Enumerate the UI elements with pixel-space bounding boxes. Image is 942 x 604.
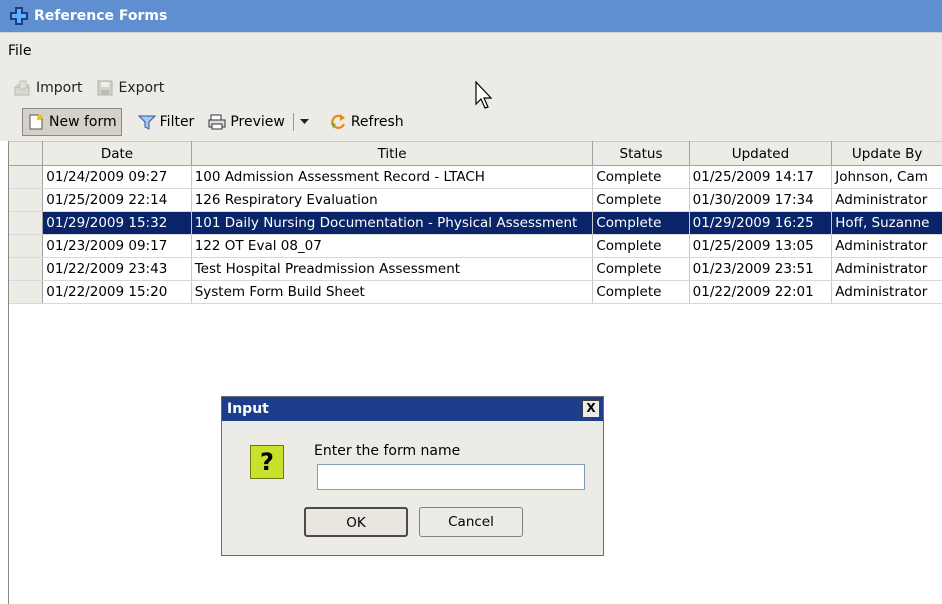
cell-updated: 01/29/2009 16:25: [689, 211, 833, 235]
preview-label: Preview: [230, 114, 285, 130]
cell-status: Complete: [592, 188, 690, 212]
export-label: Export: [118, 80, 165, 96]
form-name-input[interactable]: [317, 464, 585, 490]
cell-status: Complete: [592, 211, 690, 235]
cell-title: 101 Daily Nursing Documentation - Physic…: [191, 211, 594, 235]
column-header-update-by[interactable]: Update By: [831, 141, 942, 166]
cell-update-by: Administrator: [831, 234, 942, 258]
cell-update-by: Administrator: [831, 257, 942, 281]
cell-status: Complete: [592, 234, 690, 258]
import-label: Import: [36, 80, 83, 96]
cell-updated: 01/30/2009 17:34: [689, 188, 833, 212]
column-header-title[interactable]: Title: [191, 141, 594, 166]
cell-date: 01/29/2009 15:32: [42, 211, 192, 235]
table-row[interactable]: 01/22/2009 15:20 System Form Build Sheet…: [9, 280, 942, 304]
mouse-pointer-icon: [475, 80, 493, 109]
menu-bar: File: [0, 32, 942, 70]
ok-button[interactable]: OK: [304, 507, 408, 537]
toolbar: Import Export New form Filter Preview Re…: [0, 69, 942, 141]
cell-title: System Form Build Sheet: [191, 280, 594, 304]
cell-updated: 01/25/2009 14:17: [689, 165, 833, 189]
cell-date: 01/23/2009 09:17: [42, 234, 192, 258]
filter-icon: [137, 115, 156, 130]
cell-update-by: Hoff, Suzanne: [831, 211, 942, 235]
column-header-status[interactable]: Status: [592, 141, 690, 166]
cancel-button[interactable]: Cancel: [419, 507, 523, 537]
cell-updated: 01/22/2009 22:01: [689, 280, 833, 304]
menu-file[interactable]: File: [0, 43, 39, 59]
export-button[interactable]: Export: [92, 74, 168, 102]
cell-status: Complete: [592, 257, 690, 281]
preview-dropdown-button[interactable]: [298, 108, 311, 136]
cell-date: 01/22/2009 23:43: [42, 257, 192, 281]
cell-update-by: Administrator: [831, 188, 942, 212]
cell-date: 01/22/2009 15:20: [42, 280, 192, 304]
window-title: Reference Forms: [34, 8, 168, 24]
cell-status: Complete: [592, 280, 690, 304]
save-disk-icon: [97, 80, 113, 96]
row-header[interactable]: [9, 257, 44, 281]
table-row[interactable]: 01/25/2009 22:14 126 Respiratory Evaluat…: [9, 188, 942, 212]
import-button[interactable]: Import: [10, 74, 86, 102]
row-header[interactable]: [9, 280, 44, 304]
close-icon: X: [586, 401, 596, 415]
new-form-label: New form: [49, 114, 117, 130]
row-header[interactable]: [9, 234, 44, 258]
row-header-corner: [9, 141, 44, 166]
table-row[interactable]: 01/24/2009 09:27 100 Admission Assessmen…: [9, 165, 942, 189]
cell-title: 126 Respiratory Evaluation: [191, 188, 594, 212]
dialog-titlebar: Input X: [222, 397, 603, 421]
import-icon: [14, 80, 31, 96]
column-header-updated[interactable]: Updated: [689, 141, 833, 166]
refresh-label: Refresh: [350, 114, 404, 130]
row-header[interactable]: [9, 188, 44, 212]
dialog-prompt: Enter the form name: [314, 443, 461, 459]
cell-update-by: Administrator: [831, 280, 942, 304]
row-header[interactable]: [9, 211, 44, 235]
cell-title: 122 OT Eval 08_07: [191, 234, 594, 258]
window-titlebar: Reference Forms: [0, 0, 942, 32]
refresh-button[interactable]: Refresh: [325, 108, 408, 136]
table-row[interactable]: 01/23/2009 09:17 122 OT Eval 08_07 Compl…: [9, 234, 942, 258]
table-row-selected[interactable]: 01/29/2009 15:32 101 Daily Nursing Docum…: [9, 211, 942, 235]
refresh-icon: [330, 114, 345, 129]
table-header-row: Date Title Status Updated Update By: [9, 141, 942, 166]
question-icon: ?: [250, 445, 284, 479]
column-header-date[interactable]: Date: [42, 141, 192, 166]
cell-update-by: Johnson, Cam: [831, 165, 942, 189]
chevron-down-icon: [299, 119, 309, 124]
filter-label: Filter: [159, 114, 195, 130]
cell-updated: 01/23/2009 23:51: [689, 257, 833, 281]
input-dialog: Input X ? Enter the form name OK Cancel: [221, 396, 604, 556]
cell-date: 01/24/2009 09:27: [42, 165, 192, 189]
dialog-title: Input: [227, 401, 269, 417]
close-button[interactable]: X: [582, 400, 600, 418]
cell-title: Test Hospital Preadmission Assessment: [191, 257, 594, 281]
forms-table: Date Title Status Updated Update By 01/2…: [9, 141, 942, 304]
cell-status: Complete: [592, 165, 690, 189]
cell-date: 01/25/2009 22:14: [42, 188, 192, 212]
toolbar-separator: [292, 113, 294, 131]
cell-title: 100 Admission Assessment Record - LTACH: [191, 165, 594, 189]
print-preview-icon: [208, 114, 226, 130]
table-row[interactable]: 01/22/2009 23:43 Test Hospital Preadmiss…: [9, 257, 942, 281]
new-form-button[interactable]: New form: [22, 108, 122, 136]
new-document-icon: [29, 114, 43, 130]
cell-updated: 01/25/2009 13:05: [689, 234, 833, 258]
app-icon: [10, 7, 28, 25]
row-header[interactable]: [9, 165, 44, 189]
filter-button[interactable]: Filter: [134, 108, 199, 136]
preview-button[interactable]: Preview: [204, 108, 289, 136]
